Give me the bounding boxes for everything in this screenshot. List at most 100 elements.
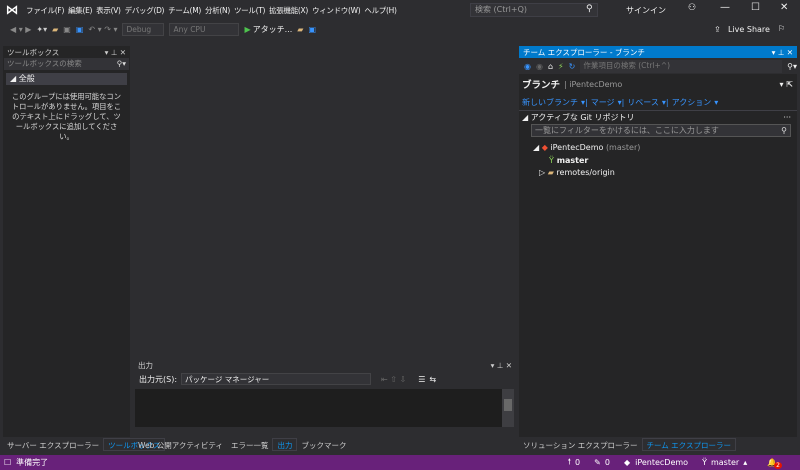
team-explorer-panel: チーム エクスプローラー - ブランチ ▾ ⊥ ✕ ◉ ◉ ⌂ ⚡ ↻ 作業項目の…	[519, 46, 797, 437]
feedback-icon[interactable]: ⚐	[778, 24, 785, 33]
remotes-tree-item[interactable]: ▷ ▰ remotes/origin	[533, 167, 797, 180]
output-scrollbar[interactable]	[502, 389, 514, 427]
repo-filter-input[interactable]: 一覧にフィルターをかけるには、ここに入力します ⚲	[531, 124, 791, 137]
tab-solution-explorer[interactable]: ソリューション エクスプローラー	[519, 439, 642, 452]
toolbox-title: ツールボックス	[7, 47, 60, 57]
menu-bar: ⋈ ファイル(F) 編集(E) 表示(V) デバッグ(D) チーム(M) 分析(…	[0, 0, 468, 20]
active-repos-section[interactable]: ◢ アクティブな Git リポジトリ ···	[519, 110, 797, 124]
output-tools-icon[interactable]: ⇤ ⇧ ⇩	[381, 375, 406, 384]
maximize-button[interactable]: ☐	[751, 2, 760, 13]
page-repo-name: iPentecDemo	[569, 79, 623, 89]
branch-name: master	[556, 155, 589, 165]
signin-link[interactable]: サインイン	[626, 5, 666, 16]
configuration-select[interactable]: Debug	[122, 22, 165, 36]
toolbox-group-general[interactable]: ◢ 全般	[6, 73, 127, 85]
merge-link[interactable]: マージ	[591, 97, 615, 108]
status-icon: ☐	[4, 458, 12, 467]
actions-link[interactable]: アクション	[672, 97, 712, 108]
panel-controls-icon[interactable]: ▾ ⊥ ✕	[105, 48, 126, 57]
repo-icon: ◆	[623, 458, 631, 467]
attach-button[interactable]: アタッチ...	[253, 24, 293, 35]
team-explorer-title: チーム エクスプローラー - ブランチ	[523, 47, 645, 57]
toolbox-panel: ツールボックス ▾ ⊥ ✕ ツールボックスの検索 ⚲▾ ◢ 全般 このグループには使…	[3, 46, 130, 437]
notification-badge: 2	[774, 462, 782, 469]
menu-file[interactable]: ファイル(F)	[24, 5, 66, 16]
pencil-icon: ✎	[594, 458, 601, 467]
output-source-select[interactable]: パッケージ マネージャー	[181, 373, 372, 385]
branch-icon: Ÿ	[549, 155, 554, 165]
center-bottom-tabs: Web 公開アクティビティ エラー一覧 出力 ブックマーク	[134, 438, 350, 452]
menu-team[interactable]: チーム(M)	[166, 5, 203, 16]
clear-all-icon[interactable]: ☰	[418, 375, 425, 384]
toolbar: ◀ ▾ ▶ ✦▾ ▰ ▣ ▣ ↶ ▾ ↷ ▾ Debug Any CPU ▶ ア…	[0, 20, 800, 38]
tab-server-explorer[interactable]: サーバー エクスプローラー	[3, 439, 103, 452]
menu-view[interactable]: 表示(V)	[94, 5, 122, 16]
start-icon[interactable]: ▶	[244, 25, 250, 34]
rebase-link[interactable]: リベース	[627, 97, 659, 108]
global-search-input[interactable]: 検索 (Ctrl+Q)	[470, 3, 598, 17]
back-icon[interactable]: ◀ ▾ ▶	[10, 25, 31, 34]
repo-branch: (master)	[605, 143, 641, 152]
search-icon: ⚲▾	[787, 61, 797, 71]
work-item-search-input[interactable]: 作業項目の検索 (Ctrl+^)	[580, 59, 783, 73]
toolbox-title-bar: ツールボックス ▾ ⊥ ✕	[3, 46, 130, 58]
tab-web-publish[interactable]: Web 公開アクティビティ	[134, 439, 227, 452]
output-title-bar: 出力 ▾ ⊥ ✕	[134, 359, 516, 371]
branch-icon: Ÿ	[702, 458, 707, 467]
toolbox-search-placeholder: ツールボックスの検索	[7, 59, 82, 68]
forward-icon[interactable]: ◉	[536, 62, 543, 71]
changes-count[interactable]: 0	[605, 458, 610, 467]
page-dropdown-icon[interactable]: ▾ ⇱	[779, 80, 793, 89]
search-icon: ⚲	[781, 126, 787, 135]
right-bottom-tabs: ソリューション エクスプローラー チーム エクスプローラー	[519, 438, 736, 452]
menu-window[interactable]: ウィンドウ(W)	[310, 5, 362, 16]
account-icon[interactable]: ⚇	[688, 3, 696, 13]
menu-debug[interactable]: デバッグ(D)	[123, 5, 167, 16]
tab-bookmarks[interactable]: ブックマーク	[297, 439, 350, 452]
panel-controls-icon[interactable]: ▾ ⊥ ✕	[772, 48, 793, 57]
search-icon: ⚲▾	[116, 59, 126, 68]
panel-controls-icon[interactable]: ▾ ⊥ ✕	[491, 361, 512, 370]
folder-icon: ▰	[547, 168, 554, 177]
repo-tree-item[interactable]: ◢ ◆ iPentecDemo (master)	[533, 142, 797, 155]
tab-error-list[interactable]: エラー一覧	[227, 439, 273, 452]
close-button[interactable]: ✕	[780, 2, 788, 13]
output-source-label: 出力元(S):	[139, 374, 178, 384]
home-icon[interactable]: ⌂	[548, 62, 553, 71]
save-all-icon[interactable]: ▣	[76, 25, 84, 34]
menu-tools[interactable]: ツール(T)	[232, 5, 267, 16]
vs-logo-icon: ⋈	[5, 2, 19, 18]
unpushed-count[interactable]: 0	[575, 458, 580, 467]
menu-analyze[interactable]: 分析(N)	[203, 5, 232, 16]
live-share-button[interactable]: Live Share	[728, 25, 770, 34]
new-project-icon[interactable]: ✦▾	[36, 25, 47, 34]
editor-area	[131, 46, 517, 356]
screenshot-icon[interactable]: ▣	[308, 25, 316, 34]
platform-select[interactable]: Any CPU	[169, 22, 240, 36]
toolbox-group-label: 全般	[18, 74, 35, 83]
back-icon[interactable]: ◉	[524, 62, 531, 71]
minimize-button[interactable]: —	[720, 2, 730, 13]
status-bar: ☐ 準備完了 🠕 0 ✎ 0 ◆ iPentecDemo Ÿ master ▴ …	[0, 455, 800, 470]
open-icon[interactable]: ▰	[52, 25, 58, 34]
find-icon[interactable]: ▰	[297, 25, 303, 34]
status-branch[interactable]: master	[711, 458, 739, 467]
tab-output[interactable]: 出力	[272, 438, 298, 451]
word-wrap-icon[interactable]: ⇆	[429, 375, 436, 384]
new-branch-link[interactable]: 新しいブランチ	[522, 97, 578, 108]
tab-team-explorer[interactable]: チーム エクスプローラー	[641, 438, 736, 451]
undo-icon[interactable]: ↶ ▾ ↷ ▾	[88, 25, 117, 34]
connect-icon[interactable]: ⚡	[558, 62, 564, 71]
status-repo[interactable]: iPentecDemo	[635, 458, 688, 467]
section-title: アクティブな Git リポジトリ	[530, 113, 635, 122]
menu-help[interactable]: ヘルプ(H)	[362, 5, 398, 16]
toolbox-search-input[interactable]: ツールボックスの検索 ⚲▾	[4, 58, 129, 70]
menu-extensions[interactable]: 拡張機能(X)	[267, 5, 310, 16]
output-text-area[interactable]	[135, 389, 502, 427]
refresh-icon[interactable]: ↻	[569, 62, 576, 71]
remotes-name: remotes/origin	[556, 168, 615, 177]
branch-tree-item[interactable]: Ÿ master	[533, 155, 797, 168]
menu-edit[interactable]: 編集(E)	[66, 5, 94, 16]
save-icon[interactable]: ▣	[63, 25, 71, 34]
status-text: 準備完了	[16, 458, 49, 467]
